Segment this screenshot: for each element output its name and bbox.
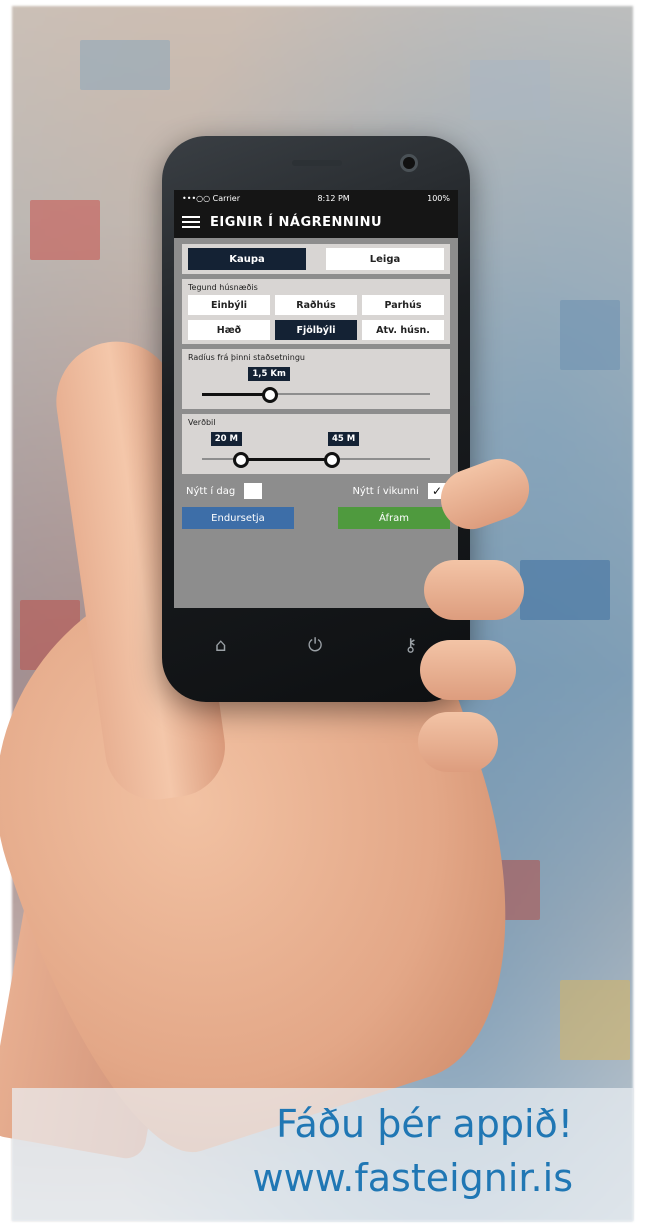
price-slider[interactable]: 20 M 45 M bbox=[188, 430, 444, 470]
price-max-value: 45 M bbox=[327, 432, 360, 446]
app-screen: •••○○ Carrier 8:12 PM 100% EIGNIR Í NÁGR… bbox=[174, 190, 458, 608]
price-min-knob[interactable] bbox=[232, 452, 249, 468]
app-title: EIGNIR Í NÁGRENNINU bbox=[210, 214, 383, 230]
new-today-filter[interactable]: Nýtt í dag bbox=[186, 483, 263, 499]
continue-button[interactable]: Áfram bbox=[338, 507, 450, 529]
app-bar: EIGNIR Í NÁGRENNINU bbox=[174, 206, 458, 238]
new-today-label: Nýtt í dag bbox=[186, 486, 236, 497]
radius-knob[interactable] bbox=[262, 387, 279, 403]
price-max-knob[interactable] bbox=[323, 452, 340, 468]
caption-banner: Fáðu þér appið! www.fasteignir.is bbox=[12, 1088, 633, 1221]
type-option[interactable]: Hæð bbox=[188, 320, 270, 340]
middle-finger bbox=[424, 560, 524, 620]
phone-nav-bar: ⌂ ⏻ ⚷ bbox=[174, 614, 458, 676]
ad-image: •••○○ Carrier 8:12 PM 100% EIGNIR Í NÁGR… bbox=[0, 0, 649, 1228]
property-type-label: Tegund húsnæðis bbox=[188, 283, 258, 292]
price-fill bbox=[240, 458, 332, 461]
power-icon[interactable]: ⏻ bbox=[308, 635, 322, 656]
price-min-value: 20 M bbox=[210, 432, 242, 446]
smartphone: •••○○ Carrier 8:12 PM 100% EIGNIR Í NÁGR… bbox=[162, 136, 470, 702]
rent-tab[interactable]: Leiga bbox=[326, 248, 444, 270]
phone-speaker bbox=[292, 160, 342, 166]
property-type-card: Tegund húsnæðis Einbýli Raðhús Parhús Hæ… bbox=[182, 279, 450, 344]
new-week-label: Nýtt í vikunni bbox=[352, 486, 419, 497]
radius-fill bbox=[202, 393, 271, 396]
caption-headline: Fáðu þér appið! bbox=[276, 1102, 573, 1146]
radius-label: Radíus frá þinni staðsetningu bbox=[188, 353, 305, 362]
ring-finger bbox=[420, 640, 516, 700]
reset-button[interactable]: Endursetja bbox=[182, 507, 294, 529]
radius-card: Radíus frá þinni staðsetningu 1,5 Km bbox=[182, 349, 450, 409]
status-bar: •••○○ Carrier 8:12 PM 100% bbox=[174, 190, 458, 206]
type-option[interactable]: Parhús bbox=[362, 295, 444, 315]
new-today-checkbox[interactable] bbox=[244, 483, 263, 499]
type-option[interactable]: Raðhús bbox=[275, 295, 357, 315]
key-icon[interactable]: ⚷ bbox=[404, 635, 417, 656]
hamburger-menu-icon[interactable] bbox=[182, 216, 200, 228]
type-option[interactable]: Einbýli bbox=[188, 295, 270, 315]
price-label: Verðbil bbox=[188, 418, 216, 427]
status-time: 8:12 PM bbox=[317, 193, 350, 203]
property-type-options: Einbýli Raðhús Parhús Hæð Fjölbýli Atv. … bbox=[188, 295, 444, 340]
price-card: Verðbil 20 M 45 M bbox=[182, 414, 450, 474]
radius-value: 1,5 Km bbox=[248, 367, 290, 381]
caption-url[interactable]: www.fasteignir.is bbox=[253, 1156, 573, 1200]
carrier-text: •••○○ Carrier bbox=[182, 193, 241, 203]
buy-tab[interactable]: Kaupa bbox=[188, 248, 306, 270]
camera-icon bbox=[400, 154, 418, 172]
mode-card: Kaupa Leiga bbox=[182, 244, 450, 274]
filter-form: Kaupa Leiga Tegund húsnæðis Einbýli Raðh… bbox=[174, 238, 458, 608]
type-option-selected[interactable]: Fjölbýli bbox=[275, 320, 357, 340]
battery-text: 100% bbox=[427, 193, 450, 203]
new-week-filter[interactable]: Nýtt í vikunni ✓ bbox=[352, 483, 446, 499]
action-buttons: Endursetja Áfram bbox=[182, 507, 450, 529]
new-listing-filters: Nýtt í dag Nýtt í vikunni ✓ bbox=[182, 479, 450, 503]
type-option[interactable]: Atv. húsn. bbox=[362, 320, 444, 340]
little-finger bbox=[418, 712, 498, 772]
home-icon[interactable]: ⌂ bbox=[215, 635, 226, 656]
radius-slider[interactable]: 1,5 Km bbox=[188, 365, 444, 405]
